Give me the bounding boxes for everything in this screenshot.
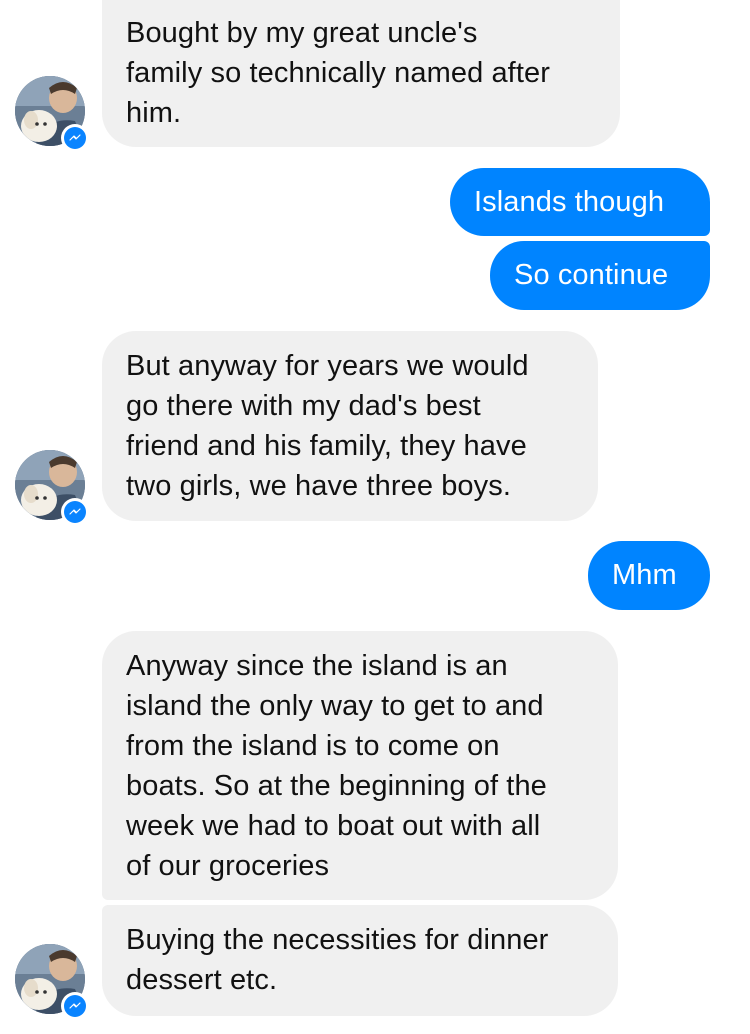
message-line: week we had to boat out with all (126, 810, 541, 842)
conversation-thread: Bought by my great uncle's family so tec… (0, 0, 750, 1034)
outgoing-message-bubble[interactable]: Islands though (450, 168, 710, 236)
message-line: Anyway since the island is an (126, 650, 508, 682)
incoming-message-bubble[interactable]: Anyway since the island is an island the… (102, 631, 618, 900)
message-line: Bought by my great uncle's (126, 17, 478, 49)
message-line: friend and his family, they have (126, 430, 527, 462)
message-line: But anyway for years we would (126, 350, 529, 382)
message-line: boats. So at the beginning of the (126, 770, 547, 802)
message-line: two girls, we have three boys. (126, 470, 512, 502)
messenger-badge-icon (61, 498, 89, 526)
sender-avatar[interactable] (15, 450, 89, 526)
messenger-badge-icon (61, 124, 89, 152)
message-text: Mhm (612, 559, 677, 591)
message-line: of our groceries (126, 850, 330, 882)
sender-avatar[interactable] (15, 944, 89, 1020)
message-text: So continue (514, 259, 669, 291)
message-line: Buying the necessities for dinner (126, 924, 549, 956)
message-line: island the only way to get to and (126, 690, 544, 722)
incoming-message-bubble[interactable]: Buying the necessities for dinner desser… (102, 905, 618, 1016)
outgoing-message-bubble[interactable]: So continue (490, 241, 710, 310)
sender-avatar[interactable] (15, 76, 89, 152)
incoming-message-bubble[interactable]: But anyway for years we would go there w… (102, 331, 598, 521)
message-line: him. (126, 97, 182, 129)
message-line: dessert etc. (126, 964, 278, 996)
message-line: go there with my dad's best (126, 390, 481, 422)
message-line: from the island is to come on (126, 730, 500, 762)
incoming-message-bubble[interactable]: Bought by my great uncle's family so tec… (102, 0, 620, 147)
message-line: family so technically named after (126, 57, 550, 89)
message-text: Islands though (474, 186, 665, 218)
messenger-badge-icon (61, 992, 89, 1020)
outgoing-message-bubble[interactable]: Mhm (588, 541, 710, 610)
